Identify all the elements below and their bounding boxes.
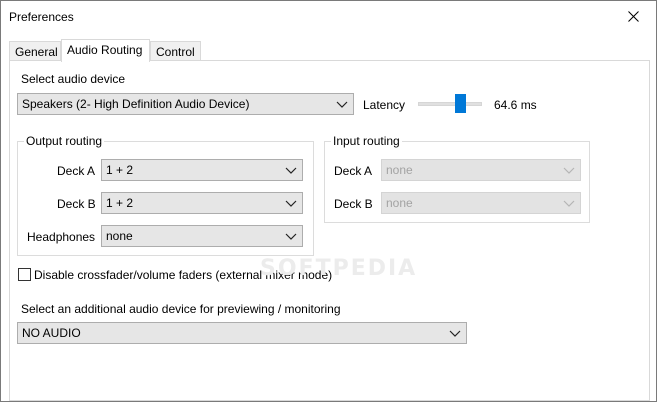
latency-slider-track[interactable]	[418, 102, 482, 106]
output-deck-b-select[interactable]: 1 + 2	[101, 192, 303, 214]
crossfader-label[interactable]: Disable crossfader/volume faders (extern…	[34, 268, 332, 282]
input-deck-b-label: Deck B	[334, 197, 373, 211]
chevron-down-icon	[285, 167, 297, 174]
latency-value: 64.6 ms	[494, 98, 537, 112]
tab-control-label: Control	[156, 45, 195, 59]
input-deck-b-value: none	[386, 196, 413, 210]
preferences-window: Preferences General Audio Routing Contro…	[0, 0, 657, 402]
input-deck-a-label: Deck A	[334, 164, 373, 178]
monitor-device-select[interactable]: NO AUDIO	[17, 322, 467, 344]
output-deck-a-select[interactable]: 1 + 2	[101, 159, 303, 181]
input-routing-title: Input routing	[331, 134, 402, 148]
tab-audio-routing[interactable]: Audio Routing	[61, 39, 150, 62]
title-bar[interactable]: Preferences	[1, 1, 656, 32]
chevron-down-icon	[449, 330, 461, 337]
output-deck-a-value: 1 + 2	[106, 163, 134, 177]
chevron-down-icon	[285, 200, 297, 207]
crossfader-checkbox[interactable]	[18, 268, 31, 281]
monitor-device-label: Select an additional audio device for pr…	[21, 302, 341, 316]
tab-general-label: General	[15, 45, 58, 59]
output-routing-title: Output routing	[24, 134, 105, 148]
latency-slider-thumb[interactable]	[455, 94, 467, 113]
output-routing-group: Output routing Deck A 1 + 2 Deck B 1 + 2…	[17, 134, 314, 256]
chevron-down-icon	[563, 200, 575, 207]
tab-audio-routing-label: Audio Routing	[67, 43, 143, 57]
close-button[interactable]	[610, 1, 656, 32]
audio-device-value: Speakers (2- High Definition Audio Devic…	[22, 97, 250, 111]
audio-routing-panel: Select audio device Speakers (2- High De…	[9, 60, 650, 401]
chevron-down-icon	[563, 167, 575, 174]
input-deck-a-value: none	[386, 163, 413, 177]
window-title: Preferences	[9, 10, 74, 24]
input-deck-b-select: none	[381, 192, 581, 214]
output-deck-b-label: Deck B	[57, 197, 96, 211]
monitor-device-value: NO AUDIO	[22, 326, 81, 340]
input-deck-a-select: none	[381, 159, 581, 181]
output-deck-a-label: Deck A	[57, 164, 96, 178]
tab-general[interactable]: General	[9, 41, 61, 61]
audio-device-select[interactable]: Speakers (2- High Definition Audio Devic…	[17, 93, 354, 115]
tab-control[interactable]: Control	[150, 41, 201, 61]
chevron-down-icon	[336, 101, 348, 108]
headphones-value: none	[106, 229, 133, 243]
output-deck-b-value: 1 + 2	[106, 196, 134, 210]
headphones-select[interactable]: none	[101, 225, 303, 247]
chevron-down-icon	[285, 233, 297, 240]
audio-device-label: Select audio device	[21, 72, 126, 86]
headphones-label: Headphones	[27, 230, 96, 244]
latency-label: Latency	[363, 98, 406, 112]
close-icon	[627, 11, 639, 22]
input-routing-group: Input routing Deck A none Deck B none	[324, 134, 590, 223]
